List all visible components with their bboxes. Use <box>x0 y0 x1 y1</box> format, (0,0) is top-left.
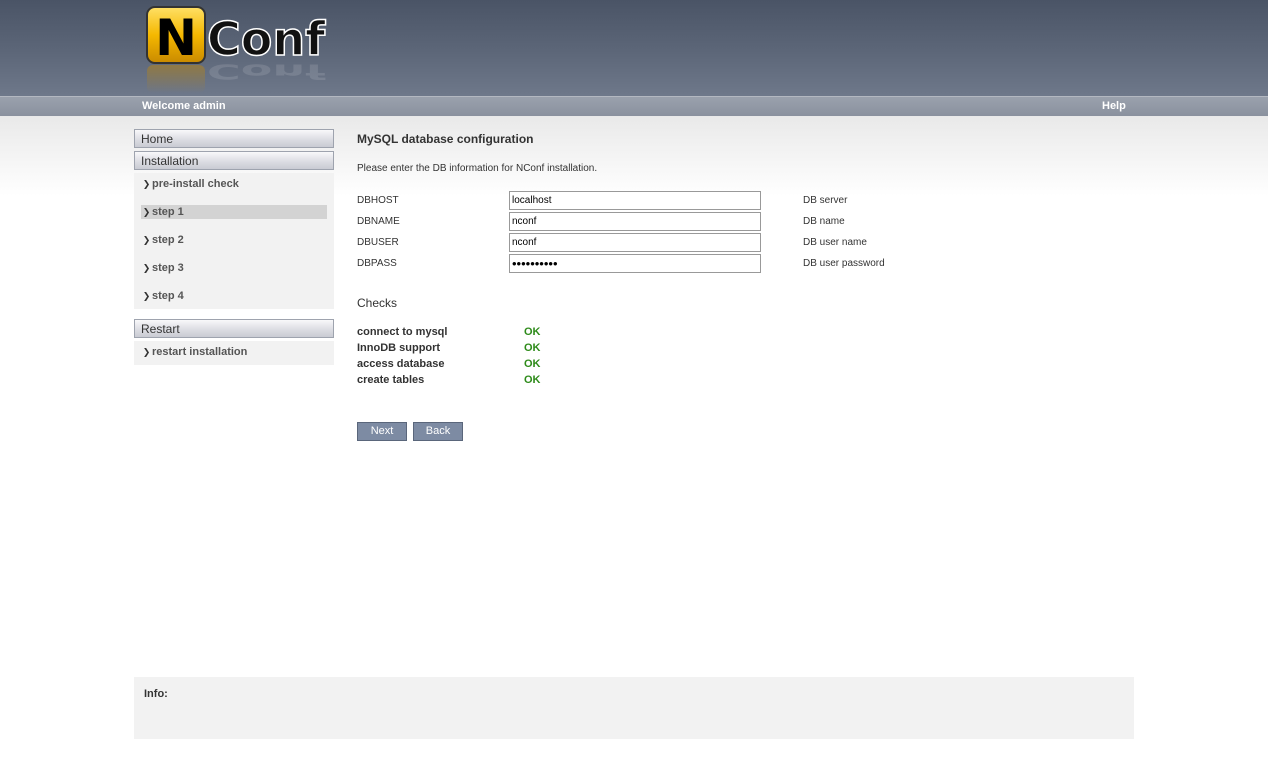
chevron-right-icon: ❯ <box>142 346 151 357</box>
dbhost-input[interactable] <box>509 191 761 210</box>
intro-text: Please enter the DB information for NCon… <box>357 163 598 174</box>
sidebar-item-step-3[interactable]: ❯ step 3 <box>141 261 327 275</box>
top-bar: Welcome admin Help <box>0 96 1268 116</box>
svg-text:Conf: Conf <box>207 12 326 66</box>
form-row-dbpass: DBPASS DB user password <box>357 254 957 273</box>
svg-text:N: N <box>155 9 197 67</box>
page-title: MySQL database configuration <box>357 132 534 146</box>
info-box: Info: <box>134 677 1134 739</box>
field-label: DBHOST <box>357 195 399 206</box>
next-button[interactable]: Next <box>357 422 407 441</box>
form-row-dbhost: DBHOST DB server <box>357 191 957 210</box>
check-status: OK <box>524 342 541 354</box>
check-label: create tables <box>357 374 425 386</box>
nconf-logo: N Conf Conf <box>146 6 327 93</box>
check-status: OK <box>524 358 541 370</box>
field-description: DB user name <box>803 237 867 248</box>
chevron-right-icon: ❯ <box>142 234 151 245</box>
check-row: create tables OK <box>357 374 657 388</box>
sidebar: Home Installation ❯ pre-install check ❯ … <box>134 129 334 375</box>
nav-home[interactable]: Home <box>134 129 334 148</box>
checks-title: Checks <box>357 296 398 310</box>
sidebar-item-label: pre-install check <box>152 178 239 190</box>
sidebar-item-label: step 3 <box>152 262 184 274</box>
sidebar-item-step-2[interactable]: ❯ step 2 <box>141 233 327 247</box>
installation-menu: ❯ pre-install check ❯ step 1 ❯ step 2 ❯ … <box>134 173 334 309</box>
field-description: DB server <box>803 195 848 206</box>
check-row: connect to mysql OK <box>357 326 657 340</box>
chevron-right-icon: ❯ <box>142 206 151 217</box>
field-label: DBPASS <box>357 258 397 269</box>
sidebar-item-label: step 2 <box>152 234 184 246</box>
dbuser-input[interactable] <box>509 233 761 252</box>
sidebar-item-pre-install-check[interactable]: ❯ pre-install check <box>141 177 327 191</box>
field-description: DB name <box>803 216 845 227</box>
check-label: connect to mysql <box>357 326 448 338</box>
svg-text:Conf: Conf <box>207 59 326 83</box>
chevron-right-icon: ❯ <box>142 262 151 273</box>
sidebar-item-label: step 1 <box>152 206 184 218</box>
help-link[interactable]: Help <box>1102 100 1126 112</box>
dbname-input[interactable] <box>509 212 761 231</box>
check-row: InnoDB support OK <box>357 342 657 356</box>
sidebar-item-step-4[interactable]: ❯ step 4 <box>141 289 327 303</box>
welcome-text: Welcome admin <box>142 100 226 112</box>
back-button[interactable]: Back <box>413 422 463 441</box>
sidebar-item-restart-installation[interactable]: ❯ restart installation <box>141 345 327 359</box>
nav-restart-header[interactable]: Restart <box>134 319 334 338</box>
restart-menu: ❯ restart installation <box>134 341 334 365</box>
nav-installation-header[interactable]: Installation <box>134 151 334 170</box>
dbpass-input[interactable] <box>509 254 761 273</box>
field-label: DBUSER <box>357 237 399 248</box>
info-label: Info: <box>144 688 168 700</box>
field-description: DB user password <box>803 258 885 269</box>
sidebar-item-step-1[interactable]: ❯ step 1 <box>141 205 327 219</box>
check-label: InnoDB support <box>357 342 441 354</box>
check-label: access database <box>357 358 445 370</box>
chevron-right-icon: ❯ <box>142 290 151 301</box>
sidebar-item-label: step 4 <box>152 290 184 302</box>
check-row: access database OK <box>357 358 657 372</box>
form-row-dbname: DBNAME DB name <box>357 212 957 231</box>
form-row-dbuser: DBUSER DB user name <box>357 233 957 252</box>
header: N Conf Conf <box>0 0 1268 96</box>
sidebar-item-label: restart installation <box>152 346 248 358</box>
main-content: MySQL database configuration Please ente… <box>357 132 1137 441</box>
check-status: OK <box>524 326 541 338</box>
field-label: DBNAME <box>357 216 400 227</box>
chevron-right-icon: ❯ <box>142 178 151 189</box>
check-status: OK <box>524 374 541 386</box>
